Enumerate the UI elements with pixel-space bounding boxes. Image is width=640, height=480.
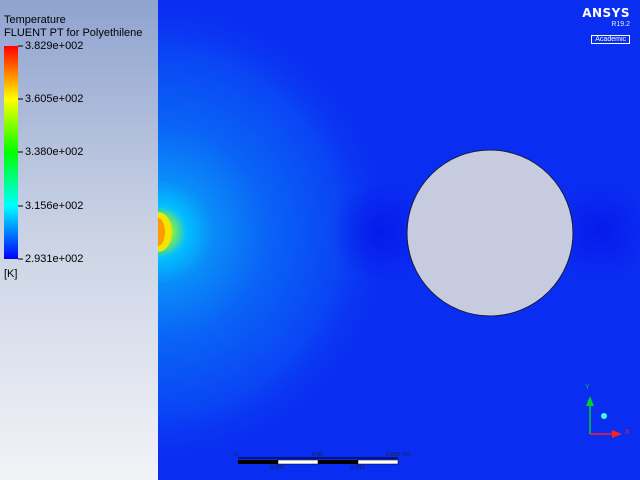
legend-color-bar: [4, 46, 18, 259]
hot-spot-core: [158, 218, 165, 246]
ansys-version: R19.2: [611, 21, 630, 28]
triad-x-label: X: [625, 429, 630, 436]
legend-title: Temperature: [4, 14, 66, 26]
scale-label-mid: 0.00: [312, 452, 324, 458]
legend-label-min: 2.931e+002: [25, 253, 84, 265]
triad-y-label: Y: [585, 384, 590, 391]
scale-label-end: 0.010 (m): [386, 452, 411, 458]
ansys-edition-badge: Academic: [591, 35, 630, 44]
simulation-viewport[interactable]: [0, 0, 640, 480]
temperature-contour-field: [158, 0, 640, 480]
legend-unit: [K]: [4, 268, 18, 280]
scale-label-quarter: 0.005: [270, 465, 285, 471]
z-axis-dot: [601, 413, 607, 419]
legend-label-4: 3.156e+002: [25, 200, 84, 212]
legend-ticks: [18, 45, 23, 260]
cylinder[interactable]: [406, 149, 574, 317]
scale-label-three-quarter: 0.015: [351, 465, 366, 471]
ansys-logo: ANSYS R19.2 Academic: [582, 6, 630, 46]
legend-label-3: 3.380e+002: [25, 146, 84, 158]
legend-label-max: 3.829e+002: [25, 40, 84, 52]
scale-label-0: 0: [234, 452, 238, 458]
legend-label-2: 3.605e+002: [25, 93, 84, 105]
ansys-name: ANSYS: [582, 6, 630, 20]
legend-subtitle: FLUENT PT for Polyethilene: [4, 27, 143, 39]
